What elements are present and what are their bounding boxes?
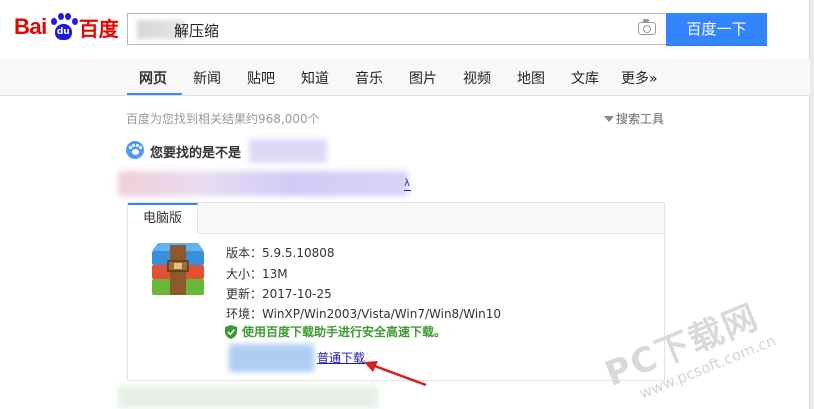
search-button[interactable]: 百度一下 (666, 13, 767, 46)
environment-info: 环境：WinXP/Win2003/Vista/Win7/Win8/Win10 (226, 307, 502, 321)
shield-check-icon (225, 324, 237, 339)
tab-music[interactable]: 音乐 (355, 68, 383, 88)
logo-text-cn: 百度 (78, 16, 119, 41)
search-tools-label: 搜索工具 (616, 112, 665, 126)
winrar-app-icon (152, 243, 204, 295)
blurred-result-title[interactable] (118, 171, 408, 196)
result-title-tail[interactable]: λ (404, 179, 411, 191)
tab-more[interactable]: 更多» (621, 68, 658, 88)
tab-zhidao[interactable]: 知道 (301, 68, 329, 88)
camera-icon[interactable] (638, 19, 656, 35)
safe-download-link[interactable]: 使用百度下载助手进行安全高速下载。 (225, 323, 446, 340)
annotation-arrow-icon (364, 361, 427, 387)
logo-text-latin: Bai (14, 14, 47, 39)
tab-pc-version[interactable]: 电脑版 (128, 203, 198, 234)
download-card: 电脑版 版本：5.9.5.10808 大小：13M 更新：2017-10-25 … (127, 202, 665, 381)
tab-images[interactable]: 图片 (409, 68, 437, 88)
active-tab-underline (127, 93, 182, 95)
logo-paw-text: du (54, 24, 72, 40)
blurred-suggestion-link[interactable] (249, 139, 327, 163)
tab-web[interactable]: 网页 (139, 68, 167, 88)
filter-icon (604, 116, 614, 122)
tab-tieba[interactable]: 贴吧 (247, 68, 275, 88)
size-info: 大小：13M (226, 267, 288, 281)
search-nav-bar: 网页 新闻 贴吧 知道 音乐 图片 视频 地图 文库 更多» (0, 59, 810, 96)
search-tools-button[interactable]: 搜索工具 (604, 110, 664, 127)
card-tab-bar (128, 203, 664, 234)
safe-download-label: 使用百度下载助手进行安全高速下载。 (242, 325, 447, 339)
paw-icon (126, 141, 144, 159)
did-you-mean-label: 您要找的是不是 (150, 146, 242, 161)
result-count: 百度为您找到相关结果约968,000个 (126, 112, 320, 126)
search-query-text: 解压缩 (174, 22, 220, 40)
search-input[interactable]: 解压缩 (127, 13, 666, 45)
version-info: 版本：5.9.5.10808 (226, 246, 335, 260)
update-info: 更新：2017-10-25 (226, 287, 332, 301)
blurred-download-button[interactable] (229, 344, 314, 372)
tab-wenku[interactable]: 文库 (571, 68, 599, 88)
tab-video[interactable]: 视频 (463, 68, 491, 88)
baidu-logo[interactable]: Bai du 百度 (14, 10, 119, 44)
tab-news[interactable]: 新闻 (193, 68, 221, 88)
blurred-next-result[interactable] (118, 386, 378, 408)
paw-logo-icon: du (48, 12, 78, 42)
normal-download-link[interactable]: 普通下载 (317, 349, 365, 366)
tab-map[interactable]: 地图 (517, 68, 545, 88)
